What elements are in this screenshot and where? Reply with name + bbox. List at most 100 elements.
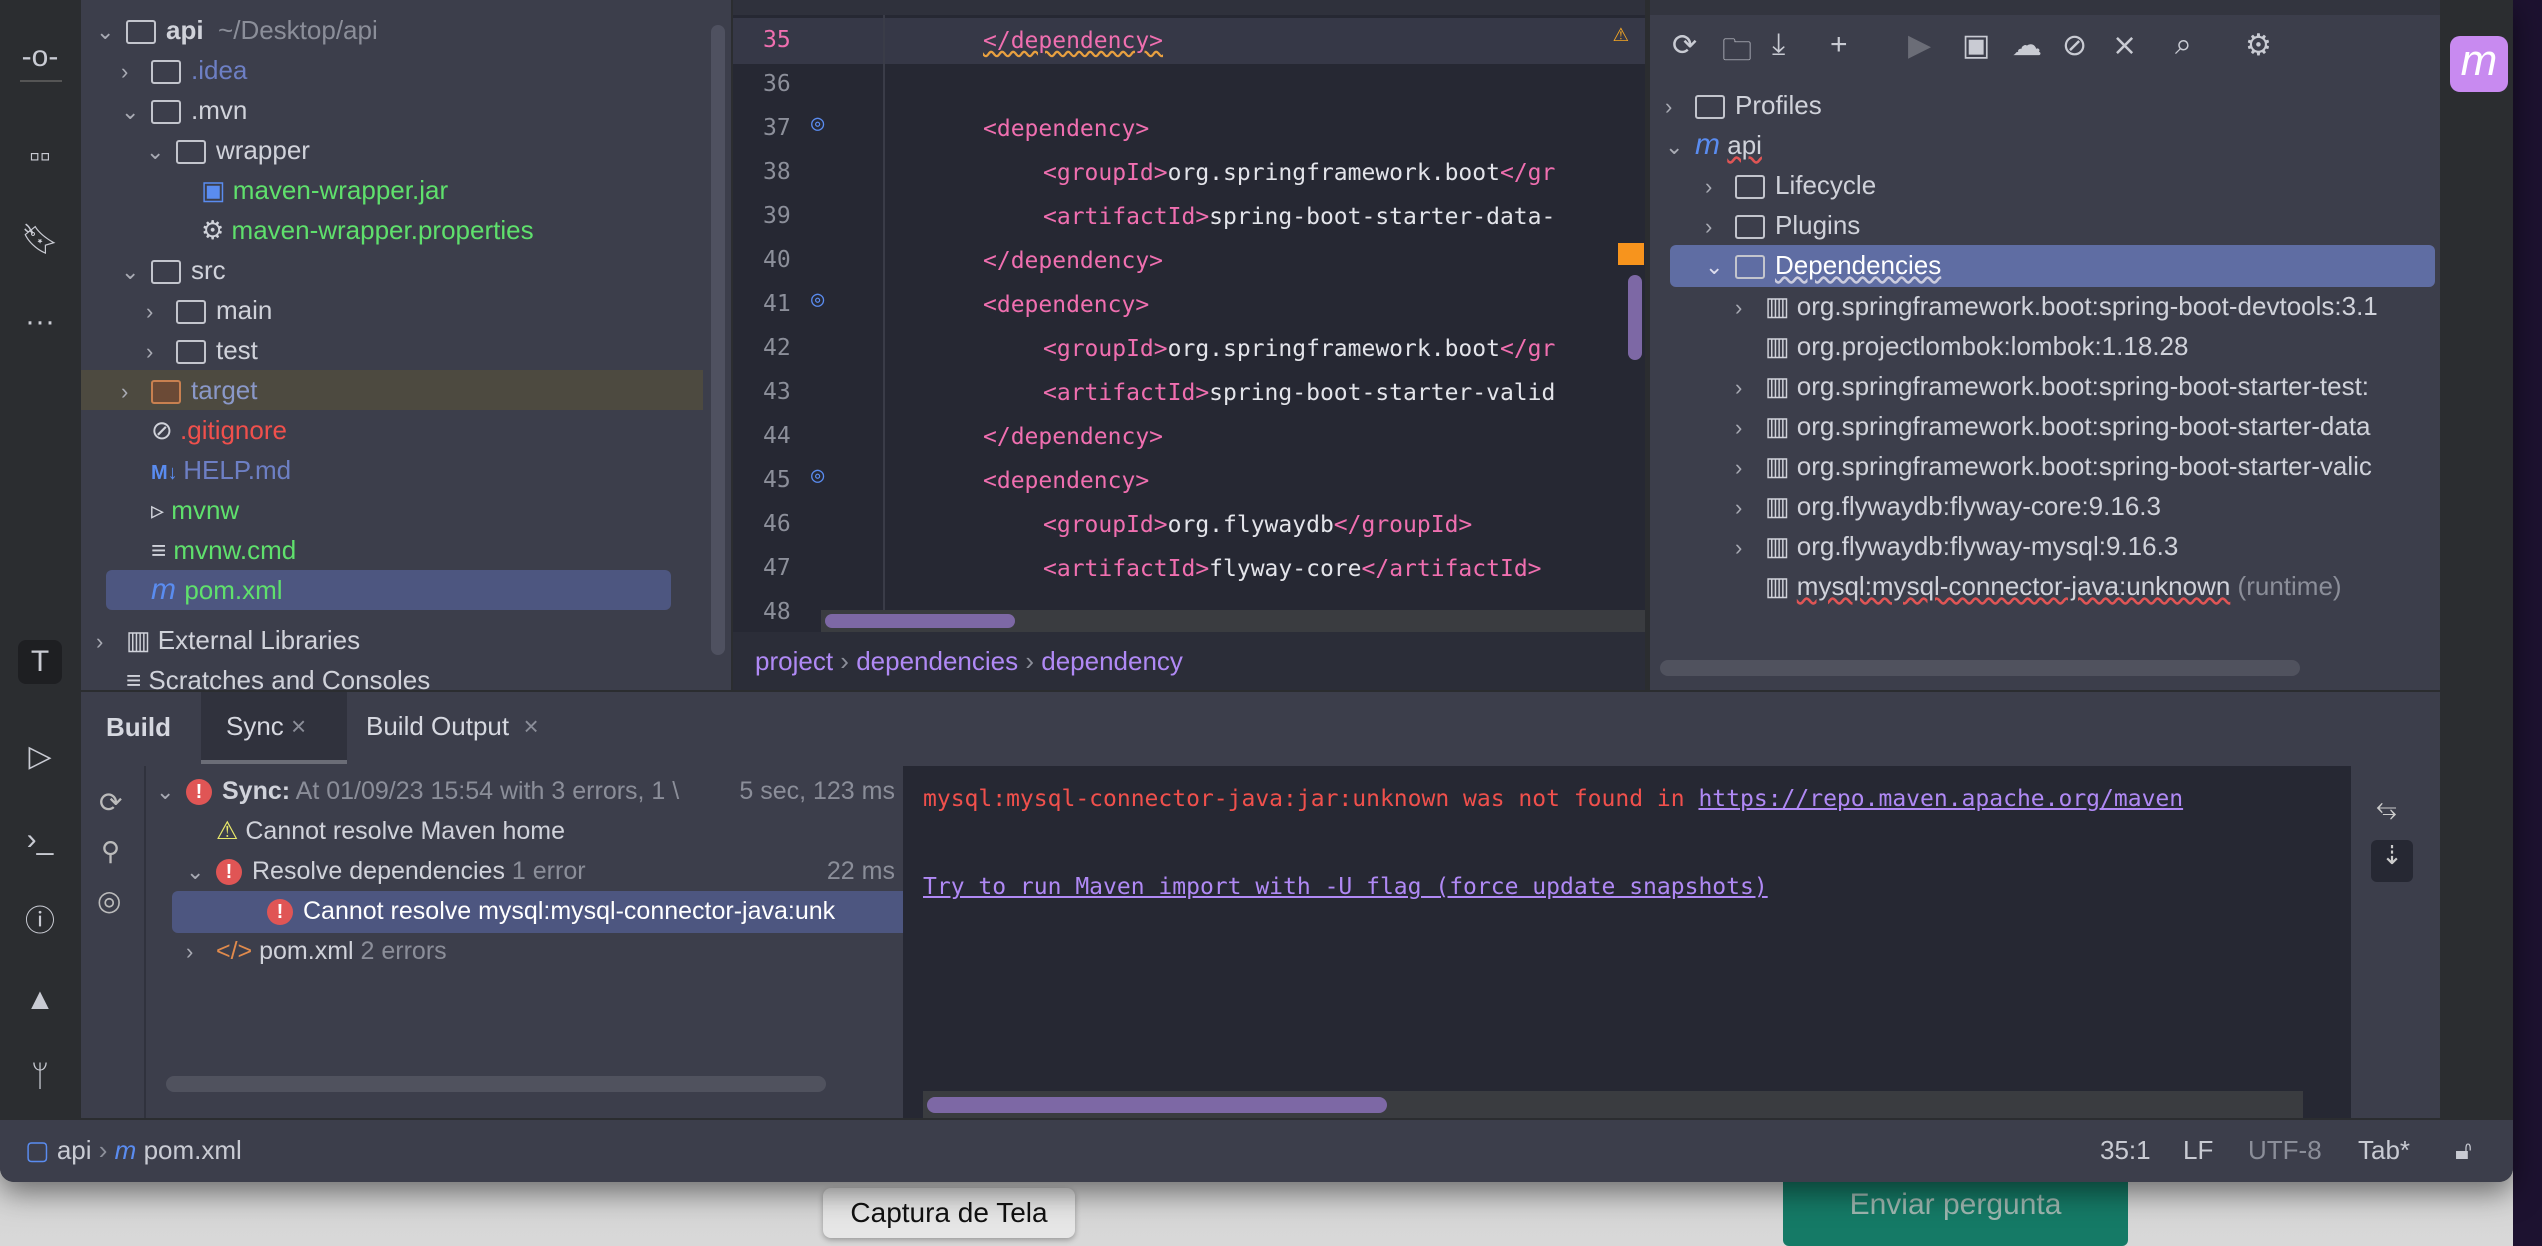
dependency-item[interactable]: ▥ mysql:mysql-connector-java:unknown (ru… [1735, 566, 2342, 606]
code-line: </dependency> [983, 415, 1163, 459]
tree-item[interactable]: ⌄ .mvn [121, 90, 247, 130]
view-icon[interactable]: ◎ [97, 884, 121, 917]
xml-text: spring-boot-starter-valid [1209, 380, 1556, 406]
tree-item-label: mvnw [171, 495, 240, 525]
tree-item[interactable]: ≡ mvnw.cmd [121, 530, 296, 570]
console-scrollbar[interactable] [923, 1091, 2303, 1120]
tree-item[interactable]: ▹ mvnw [121, 490, 239, 530]
implementation-gutter-icon[interactable]: ◎ [811, 463, 824, 488]
reload-icon[interactable]: ⟳ [1672, 28, 1697, 63]
dependency-item[interactable]: ▥ org.projectlombok:lombok:1.18.28 [1735, 326, 2188, 366]
run-icon[interactable]: ▷ [18, 735, 62, 779]
tree-scrollbar[interactable] [166, 1076, 826, 1092]
pom-errors[interactable]: › </> pom.xml 2 errors [186, 931, 447, 971]
tab-sync-label: Sync [226, 711, 284, 741]
dependency-item[interactable]: › ▥ org.flywaydb:flyway-mysql:9.16.3 [1735, 526, 2178, 566]
bookmark-icon[interactable]: 🔖︎ [18, 218, 62, 262]
indent-setting[interactable]: Tab* [2358, 1120, 2410, 1180]
xml-tag: <groupId> [1043, 512, 1168, 538]
git-icon[interactable]: ᛘ [18, 1055, 62, 1099]
dependency-item[interactable]: › ▥ org.springframework.boot:spring-boot-… [1735, 366, 2369, 406]
editor[interactable]: 35 </dependency> 36 37 ◎ <dependency> 38 <group… [733, 0, 1645, 690]
maven-profiles[interactable]: › Profiles [1665, 85, 1822, 125]
warning-marker[interactable] [1618, 243, 1644, 265]
dependency-item[interactable]: › ▥ org.springframework.boot:spring-boot-… [1735, 446, 2372, 486]
settings-icon[interactable]: ⚙ [2245, 28, 2272, 63]
structure-icon[interactable]: ▫▫ [18, 135, 62, 179]
tab-build-output[interactable]: Build Output × [366, 692, 539, 764]
editor-vertical-scrollbar[interactable] [1628, 275, 1642, 360]
tree-item[interactable]: ⚙ maven-wrapper.properties [171, 210, 534, 250]
warn-maven-home[interactable]: ⚠ Cannot resolve Maven home [216, 811, 565, 851]
execute-goal-icon[interactable]: ▣ [1962, 28, 1990, 63]
maven-lifecycle[interactable]: › Lifecycle [1705, 165, 1876, 205]
dependency-label: org.projectlombok:lombok:1.18.28 [1796, 331, 2189, 361]
editor-horizontal-scrollbar[interactable] [821, 610, 1645, 632]
warning-icon[interactable]: ⚠ [1613, 18, 1629, 48]
text-file-icon: ≡ [151, 535, 174, 565]
close-icon[interactable]: × [291, 711, 306, 741]
add-icon[interactable]: + [1830, 28, 1848, 62]
maven-plugins[interactable]: › Plugins [1705, 205, 1860, 245]
crumb-project[interactable]: project [755, 646, 833, 676]
selected-error-row[interactable]: ! Cannot resolve mysql:mysql-connector-ja… [172, 891, 903, 933]
tree-item[interactable]: ⌄ wrapper [146, 130, 310, 170]
tree-item[interactable]: › .idea [121, 50, 247, 90]
tree-item[interactable]: ▣ maven-wrapper.jar [171, 170, 448, 210]
crumb-dependencies[interactable]: dependencies [856, 646, 1018, 676]
soft-wrap-icon[interactable]: ⥃ [2376, 792, 2397, 824]
collapse-icon[interactable]: ⨯ [2112, 28, 2137, 63]
problems-icon[interactable]: ⓘ [18, 900, 62, 944]
scroll-to-end-icon[interactable]: ⇣ [2371, 840, 2413, 882]
xml-tag: <groupId> [1043, 160, 1168, 186]
crumb-pom[interactable]: pom.xml [144, 1135, 242, 1165]
reload-folder-icon[interactable]: 🗀︎ [1722, 28, 1752, 79]
line-separator[interactable]: LF [2183, 1120, 2213, 1180]
crumb-api[interactable]: api [57, 1135, 92, 1165]
offline-icon[interactable]: ☁ [2012, 28, 2042, 63]
tree-item[interactable]: m pom.xml [106, 570, 671, 610]
tooltip: Captura de Tela [823, 1188, 1075, 1238]
more-icon[interactable]: ··· [18, 300, 62, 344]
warning-icon[interactable]: ▲ [18, 978, 62, 1022]
download-icon[interactable]: ⤓ [1772, 28, 1785, 62]
project-scrollbar[interactable] [711, 25, 725, 655]
lock-icon[interactable]: 🔓︎ [2455, 1120, 2472, 1180]
close-icon[interactable]: × [524, 711, 539, 741]
tree-item[interactable]: ⊘ .gitignore [121, 410, 287, 450]
caret-position[interactable]: 35:1 [2100, 1120, 2151, 1180]
implementation-gutter-icon[interactable]: ◎ [811, 111, 824, 136]
analyze-deps-icon[interactable]: ⌕ [2175, 28, 2192, 62]
resync-icon[interactable]: ⟳ [99, 786, 122, 819]
maven-dependencies[interactable]: ⌄ Dependencies [1670, 245, 2435, 287]
file-encoding[interactable]: UTF-8 [2248, 1120, 2322, 1180]
maven-tool-button[interactable]: m [2450, 36, 2508, 92]
terminal-icon[interactable]: ›_ [18, 818, 62, 862]
tree-item[interactable]: › main [146, 290, 272, 330]
resolve-dependencies[interactable]: ⌄! Resolve dependencies 1 error 22 ms [186, 851, 903, 891]
tree-item[interactable]: › test [146, 330, 258, 370]
maven-project-api[interactable]: ⌄ m api [1665, 125, 1762, 165]
force-update-link[interactable]: Try to run Maven import with -U flag (fo… [923, 874, 1768, 900]
run-icon[interactable]: ▶ [1908, 28, 1931, 63]
build-hammer-icon[interactable]: T [18, 640, 62, 684]
tab-sync[interactable]: Sync × [201, 692, 347, 764]
build-console[interactable]: mysql:mysql-connector-java:jar:unknown w… [903, 766, 2351, 1120]
pin-icon[interactable]: ⚲ [101, 836, 120, 867]
tree-external-libraries[interactable]: › ▥ External Libraries [96, 620, 360, 660]
sync-root[interactable]: ⌄! Sync: At 01/09/23 15:54 with 3 errors,… [156, 771, 903, 811]
commit-icon[interactable]: -o- [18, 35, 62, 79]
console-link[interactable]: https://repo.maven.apache.org/maven [1698, 786, 2183, 812]
tree-root-api[interactable]: ⌄ api ~/Desktop/api [96, 10, 378, 50]
crumb-dependency[interactable]: dependency [1041, 646, 1183, 676]
line-number: 39 [763, 203, 791, 229]
tree-item[interactable]: › target [81, 370, 703, 410]
dependency-item[interactable]: › ▥ org.springframework.boot:spring-boot-… [1735, 406, 2371, 446]
maven-scrollbar[interactable] [1660, 660, 2300, 676]
dependency-item[interactable]: › ▥ org.flywaydb:flyway-core:9.16.3 [1735, 486, 2161, 526]
tree-item[interactable]: ⌄ src [121, 250, 226, 290]
tree-item[interactable]: M↓ HELP.md [121, 450, 291, 490]
skip-tests-icon[interactable]: ⊘ [2062, 28, 2087, 63]
dependency-item[interactable]: › ▥ org.springframework.boot:spring-boot-… [1735, 286, 2378, 326]
implementation-gutter-icon[interactable]: ◎ [811, 287, 824, 312]
